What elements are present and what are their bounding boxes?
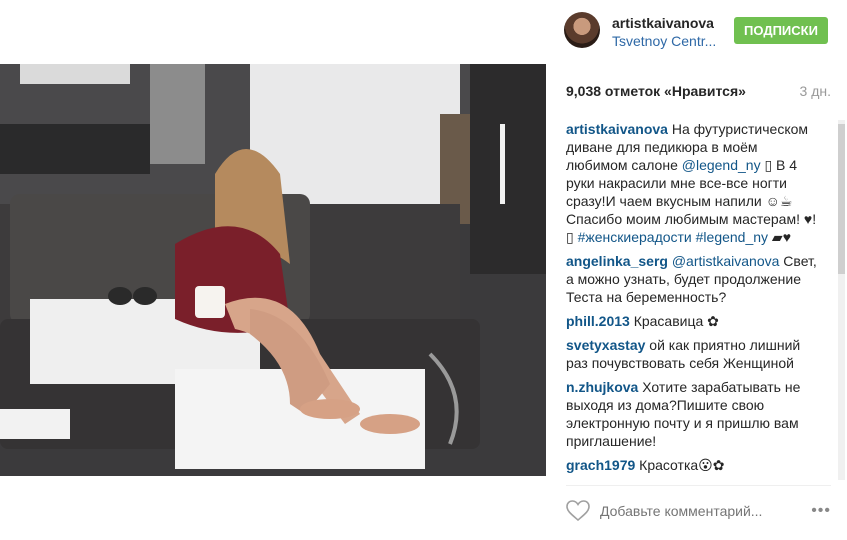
comments-scroll-thumb[interactable] [838,124,845,274]
comment-item: svetyxastay ой как приятно лишний раз по… [566,336,821,372]
comment-author[interactable]: angelinka_serg [566,253,668,269]
footer-divider [566,485,831,486]
follow-button[interactable]: ПОДПИСКИ [734,17,828,44]
comment-text: Красавица ✿ [633,313,719,329]
comment-author[interactable]: zh.mendesheva [566,481,670,482]
more-options-icon[interactable]: ••• [811,502,831,520]
comment-hashtags[interactable]: #женскиерадости #legend_ny [578,229,768,245]
post-age[interactable]: 3 дн. [800,83,831,99]
location-link[interactable]: Tsvetnoy Centr... [612,33,716,49]
comment-item: n.zhujkova Хотите зарабатывать не выходя… [566,378,821,450]
likes-count[interactable]: 9,038 отметок «Нравится» [566,83,746,99]
comment-author[interactable]: grach1979 [566,457,635,473]
comment-author[interactable]: n.zhujkova [566,379,638,395]
post-header: artistkaivanova Tsvetnoy Centr... ПОДПИС… [550,0,847,64]
photo-area [0,0,550,540]
photo-illustration [0,64,546,476]
add-comment-input[interactable] [600,503,770,519]
comment-item: zh.mendesheva Моя любимаяактриса ⚘ [566,480,821,482]
avatar[interactable] [564,12,600,48]
comment-author[interactable]: phill.2013 [566,313,630,329]
post-footer: ••• [566,496,831,528]
comments-list: artistkaivanova На футуристическом диван… [566,120,821,482]
post-sidebar: artistkaivanova Tsvetnoy Centr... ПОДПИС… [550,0,847,540]
comment-emoji: ▰♥ [768,229,792,245]
username[interactable]: artistkaivanova [612,15,714,31]
comment-item: artistkaivanova На футуристическом диван… [566,120,821,246]
post-photo[interactable] [0,64,546,476]
comment-text: Красотка😮✿ [639,457,725,473]
comment-mention-link[interactable]: @artistkaivanova [672,253,780,269]
comment-mention-link[interactable]: @legend_ny [682,157,761,173]
comment-item: phill.2013 Красавица ✿ [566,312,821,330]
heart-icon[interactable] [566,500,590,522]
comment-item: grach1979 Красотка😮✿ [566,456,821,474]
comment-author[interactable]: artistkaivanova [566,121,668,137]
comments-scrollbar[interactable] [838,120,845,480]
comment-item: angelinka_serg @artistkaivanova Свет, а … [566,252,821,306]
likes-row: 9,038 отметок «Нравится» 3 дн. [566,83,831,99]
comment-author[interactable]: svetyxastay [566,337,645,353]
